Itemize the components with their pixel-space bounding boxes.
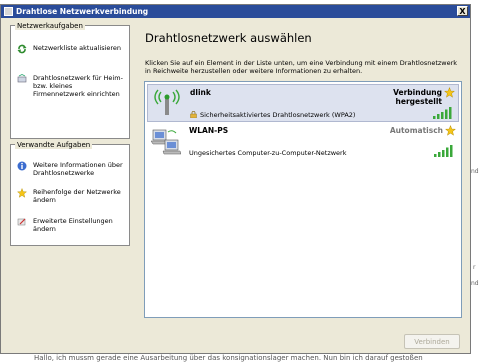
network-security: Ungesichertes Computer-zu-Computer-Netzw… bbox=[189, 149, 347, 157]
network-item-wlan-ps[interactable]: WLAN-PS Automatisch Ungesichertes Comput… bbox=[147, 123, 459, 161]
network-tasks-panel: Netzwerkaufgaben Netzwerkliste aktualisi… bbox=[10, 22, 130, 139]
background-text-fragment: r bbox=[473, 264, 476, 271]
task-more-info[interactable]: Weitere Informationen über Drahtlosnetzw… bbox=[13, 161, 127, 179]
related-tasks-panel: Verwandte Aufgaben Weitere Informationen… bbox=[10, 141, 130, 246]
wireless-antenna-icon bbox=[154, 89, 180, 115]
network-app-icon bbox=[4, 7, 13, 16]
task-refresh-label: Netzwerkliste aktualisieren bbox=[33, 44, 122, 52]
network-status-line1: Verbindung bbox=[393, 88, 442, 97]
network-name: dlink bbox=[190, 88, 211, 97]
network-item-dlink[interactable]: dlink Verbindung hergestellt Sicherheits… bbox=[147, 84, 459, 122]
background-text-fragment: nd bbox=[471, 168, 479, 175]
close-button[interactable]: X bbox=[457, 6, 468, 16]
background-page-bottom: Hallo, ich mussm gerade eine Ausarbeitun… bbox=[0, 354, 480, 363]
info-icon bbox=[17, 161, 27, 171]
instructions-text: Klicken Sie auf ein Element in der Liste… bbox=[145, 59, 458, 75]
task-more-info-label: Weitere Informationen über Drahtlosnetzw… bbox=[33, 161, 123, 177]
page-title: Drahtlosnetzwerk auswählen bbox=[145, 31, 312, 45]
network-status-line1: Automatisch bbox=[389, 126, 443, 135]
related-tasks-header: Verwandte Aufgaben bbox=[15, 141, 93, 149]
main-content: Drahtlosnetzwerk auswählen Klicken Sie a… bbox=[137, 21, 467, 351]
task-advanced-label: Erweiterte Einstellungen ändern bbox=[33, 217, 113, 233]
network-status-line2: hergestellt bbox=[395, 97, 442, 106]
task-sidebar: Netzwerkaufgaben Netzwerkliste aktualisi… bbox=[6, 21, 134, 351]
wizard-icon bbox=[17, 74, 27, 83]
network-list[interactable]: dlink Verbindung hergestellt Sicherheits… bbox=[144, 81, 462, 318]
signal-strength-icon bbox=[433, 107, 452, 119]
network-status: Automatisch bbox=[390, 126, 443, 135]
settings-icon bbox=[17, 218, 26, 226]
lock-icon bbox=[190, 111, 197, 118]
background-text-fragment: nd bbox=[471, 280, 479, 287]
title-bar[interactable]: Drahtlose Netzwerkverbindung X bbox=[1, 5, 470, 18]
task-advanced-settings[interactable]: Erweiterte Einstellungen ändern bbox=[13, 217, 127, 235]
preferred-star-icon bbox=[445, 125, 456, 136]
signal-strength-icon bbox=[434, 145, 453, 157]
background-page-right: nd r nd bbox=[470, 0, 480, 363]
adhoc-computers-icon bbox=[151, 129, 181, 155]
background-text: Hallo, ich mussm gerade eine Ausarbeitun… bbox=[34, 354, 423, 362]
network-security: Sicherheitsaktiviertes Drahtlosnetzwerk … bbox=[200, 111, 356, 119]
task-refresh-list[interactable]: Netzwerkliste aktualisieren bbox=[13, 44, 127, 54]
network-status: Verbindung hergestellt bbox=[393, 88, 442, 106]
window-title: Drahtlose Netzwerkverbindung bbox=[16, 7, 149, 16]
network-name: WLAN-PS bbox=[189, 126, 229, 135]
task-change-order[interactable]: Reihenfolge der Netzwerke ändern bbox=[13, 188, 127, 206]
task-setup-label: Drahtlosnetzwerk für Heim- bzw. kleines … bbox=[33, 74, 123, 98]
preferred-star-icon bbox=[444, 87, 455, 98]
star-icon bbox=[17, 188, 27, 198]
task-change-order-label: Reihenfolge der Netzwerke ändern bbox=[33, 188, 121, 204]
refresh-icon bbox=[17, 44, 27, 54]
network-tasks-header: Netzwerkaufgaben bbox=[15, 22, 85, 30]
wireless-connection-dialog: Drahtlose Netzwerkverbindung X Netzwerka… bbox=[0, 4, 471, 354]
task-setup-network[interactable]: Drahtlosnetzwerk für Heim- bzw. kleines … bbox=[13, 74, 127, 108]
connect-button[interactable]: Verbinden bbox=[404, 334, 460, 349]
